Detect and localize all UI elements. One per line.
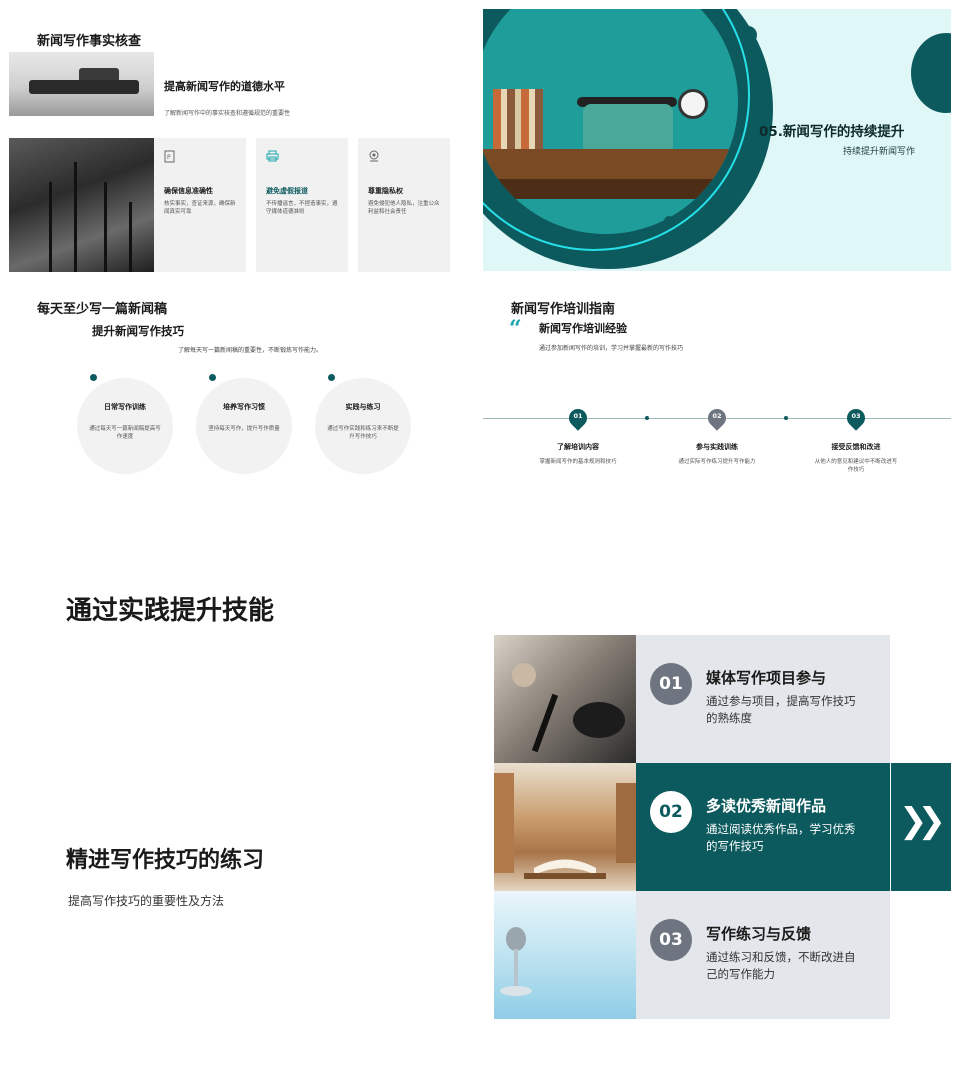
card-text: 避免侵犯他人隐私，注重公众利益和社会责任 xyxy=(368,201,440,215)
slide-training-guide[interactable]: 新闻写作培训指南 “ 新闻写作培训经验 通过参加新闻写作的培训，学习并掌握最新的… xyxy=(483,290,951,490)
step-text: 从他人的意见和建议中不断改进写作技巧 xyxy=(814,459,898,473)
section-subtitle: 提高写作技巧的重要性及方法 xyxy=(68,894,225,908)
slide-title: 每天至少写一篇新闻稿 xyxy=(37,302,168,317)
step-heading: 了解培训内容 xyxy=(557,443,599,451)
row-heading: 多读优秀新闻作品 xyxy=(706,797,827,815)
row-text: 通过阅读优秀作品，学习优秀的写作技巧 xyxy=(706,822,856,853)
step-number: 02 xyxy=(712,412,722,420)
slide-description: 了解每天写一篇新闻稿的重要性，不断锻炼写作能力。 xyxy=(178,347,323,354)
main-heading: 提高新闻写作的道德水平 xyxy=(164,80,285,93)
list-item-active: 02 多读优秀新闻作品 通过阅读优秀作品，学习优秀的写作技巧 xyxy=(636,763,890,891)
step-heading: 参与实践训练 xyxy=(696,443,738,451)
row-text: 通过参与项目，提高写作技巧的熟练度 xyxy=(706,694,856,725)
list-item: 03 写作练习与反馈 通过练习和反馈，不断改进自己的写作能力 xyxy=(636,891,890,1019)
microphone-photo xyxy=(494,635,636,763)
location-icon xyxy=(368,150,380,165)
card-heading: 确保信息准确性 xyxy=(164,187,213,195)
circle-item: 实践与练习 通过写作实践和练习来不断提升写作技巧 xyxy=(315,374,411,474)
card-privacy: 尊重隐私权 避免侵犯他人隐私，注重公众利益和社会责任 xyxy=(358,138,450,272)
circle-heading: 日常写作训练 xyxy=(104,403,146,411)
bullet-dot xyxy=(328,374,335,381)
quote-icon: “ xyxy=(509,316,522,342)
row-heading: 媒体写作项目参与 xyxy=(706,669,827,687)
slide-section-05[interactable]: 05.新闻写作的持续提升 持续提升新闻写作 xyxy=(483,9,951,271)
row-text: 通过练习和反馈，不断改进自己的写作能力 xyxy=(706,950,856,981)
row-number: 02 xyxy=(650,791,692,833)
slide-title: 新闻写作培训指南 xyxy=(511,302,616,317)
circle-text: 坚持每天写作，提升写作质量 xyxy=(208,426,280,432)
step-text: 掌握新闻写作的基本规则和技巧 xyxy=(539,459,617,465)
row-number: 01 xyxy=(650,663,692,705)
list-item: 01 媒体写作项目参与 通过参与项目，提高写作技巧的熟练度 xyxy=(636,635,890,763)
slide-heading: 通过实践提升技能 xyxy=(66,596,275,626)
decor-dot-large xyxy=(911,33,951,113)
row-heading: 写作练习与反馈 xyxy=(706,925,812,943)
decor-dot xyxy=(739,26,757,44)
section-heading: 05.新闻写作的持续提升 xyxy=(759,124,905,140)
step-number: 01 xyxy=(573,412,583,420)
slide-subtitle: 新闻写作培训经验 xyxy=(539,322,627,335)
double-chevron-right-icon: ❯❯ xyxy=(899,801,946,841)
document-icon: P xyxy=(164,150,175,166)
card-text: 核实事实，查证来源，确保新闻真实可靠 xyxy=(164,201,236,215)
main-text: 了解新闻写作中的事实核查和遵循规范的重要性 xyxy=(164,110,291,117)
decor-dot xyxy=(664,216,674,226)
tripod-photo xyxy=(9,138,154,272)
circle-text: 通过每天写一篇新闻稿提高写作速度 xyxy=(89,426,161,440)
row-number: 03 xyxy=(650,919,692,961)
bullet-dot xyxy=(90,374,97,381)
timeline-dot xyxy=(784,416,788,420)
slide-fact-check[interactable]: 新闻写作事实核查 提高新闻写作的道德水平 了解新闻写作中的事实核查和遵循规范的重… xyxy=(9,10,461,272)
bullet-dot xyxy=(209,374,216,381)
step-number: 03 xyxy=(851,412,861,420)
slide-practice[interactable]: 通过实践提升技能 精进写作技巧的练习 提高写作技巧的重要性及方法 01 媒体写作… xyxy=(9,510,951,1084)
slide-daily-writing[interactable]: 每天至少写一篇新闻稿 提升新闻写作技巧 了解每天写一篇新闻稿的重要性，不断锻炼写… xyxy=(9,290,461,490)
circle-item: 日常写作训练 通过每天写一篇新闻稿提高写作速度 xyxy=(77,374,173,474)
section-subheading: 持续提升新闻写作 xyxy=(843,147,916,157)
desk-mic-photo xyxy=(494,891,636,1019)
card-text: 不传播谣言，不捏造事实，遵守媒体道德准则 xyxy=(266,201,338,215)
svg-text:P: P xyxy=(167,154,171,161)
circle-heading: 培养写作习惯 xyxy=(223,403,265,411)
card-heading: 避免虚假报道 xyxy=(266,187,308,195)
step-heading: 接受反馈和改进 xyxy=(831,443,881,451)
slide-title: 新闻写作事实核查 xyxy=(37,34,142,49)
library-book-photo xyxy=(494,763,636,891)
card-heading: 尊重隐私权 xyxy=(368,187,403,195)
circle-text: 通过写作实践和练习来不断提升写作技巧 xyxy=(327,426,399,440)
printer-icon xyxy=(266,150,279,165)
section-title: 精进写作技巧的练习 xyxy=(66,848,265,873)
card-accuracy: P 确保信息准确性 核实事实，查证来源，确保新闻真实可靠 xyxy=(154,138,246,272)
circle-item: 培养写作习惯 坚持每天写作，提升写作质量 xyxy=(196,374,292,474)
card-no-fake: 避免虚假报道 不传播谣言，不捏造事实，遵守媒体道德准则 xyxy=(256,138,348,272)
camera-photo xyxy=(9,52,154,116)
timeline-dot xyxy=(645,416,649,420)
step-text: 通过实际写作练习提升写作能力 xyxy=(678,459,756,465)
circle-heading: 实践与练习 xyxy=(345,403,381,411)
slide-subtitle: 提升新闻写作技巧 xyxy=(92,324,184,338)
next-arrow-button[interactable]: ❯❯ xyxy=(891,763,951,891)
slide-description: 通过参加新闻写作的培训，学习并掌握最新的写作技巧 xyxy=(539,345,684,352)
